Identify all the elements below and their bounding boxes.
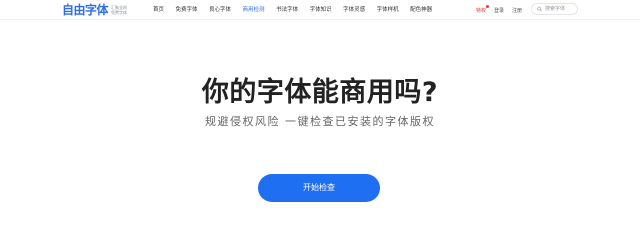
nav-item-font-inspiration[interactable]: 字体灵感 [343,0,365,20]
site-logo[interactable]: 自由字体 汇聚全网 免费字体 [62,2,127,18]
nav-item-free-fonts[interactable]: 免费字体 [176,0,198,20]
nav-item-conscience-fonts[interactable]: 良心字体 [209,0,231,20]
main-nav: 首页 免费字体 良心字体 商用检测 书法字体 字体知识 字体灵感 字体样机 配色… [153,0,444,20]
nav-item-font-mockups[interactable]: 字体样机 [377,0,399,20]
login-link[interactable]: 登录 [494,7,504,14]
logo-tagline: 汇聚全网 免费字体 [111,5,127,15]
nav-item-home[interactable]: 首页 [153,0,164,20]
user-area: 特权 登录 注册 [476,0,530,20]
nav-item-calligraphy-fonts[interactable]: 书法字体 [276,0,298,20]
search-icon[interactable] [537,6,542,12]
nav-item-font-knowledge[interactable]: 字体知识 [310,0,332,20]
vip-label: 特权 [476,7,487,14]
vip-link[interactable]: 特权 [476,4,490,14]
search-box[interactable] [531,3,578,15]
vip-badge-dot [486,4,490,8]
logo-text: 自由字体 [62,3,109,17]
nav-item-color-tool[interactable]: 配色神器 [410,0,432,20]
register-link[interactable]: 注册 [512,7,522,14]
page-title: 你的字体能商用吗? [201,77,439,108]
search-input[interactable] [545,4,577,14]
logo-tagline-line2: 免费字体 [111,10,128,15]
nav-item-commercial-check[interactable]: 商用检测 [243,0,265,20]
top-header: 自由字体 汇聚全网 免费字体 首页 免费字体 良心字体 商用检测 书法字体 字体… [0,0,640,20]
start-check-button[interactable]: 开始检查 [258,174,380,202]
page-subtitle: 规避侵权风险 一键检查已安装的字体版权 [205,115,435,128]
